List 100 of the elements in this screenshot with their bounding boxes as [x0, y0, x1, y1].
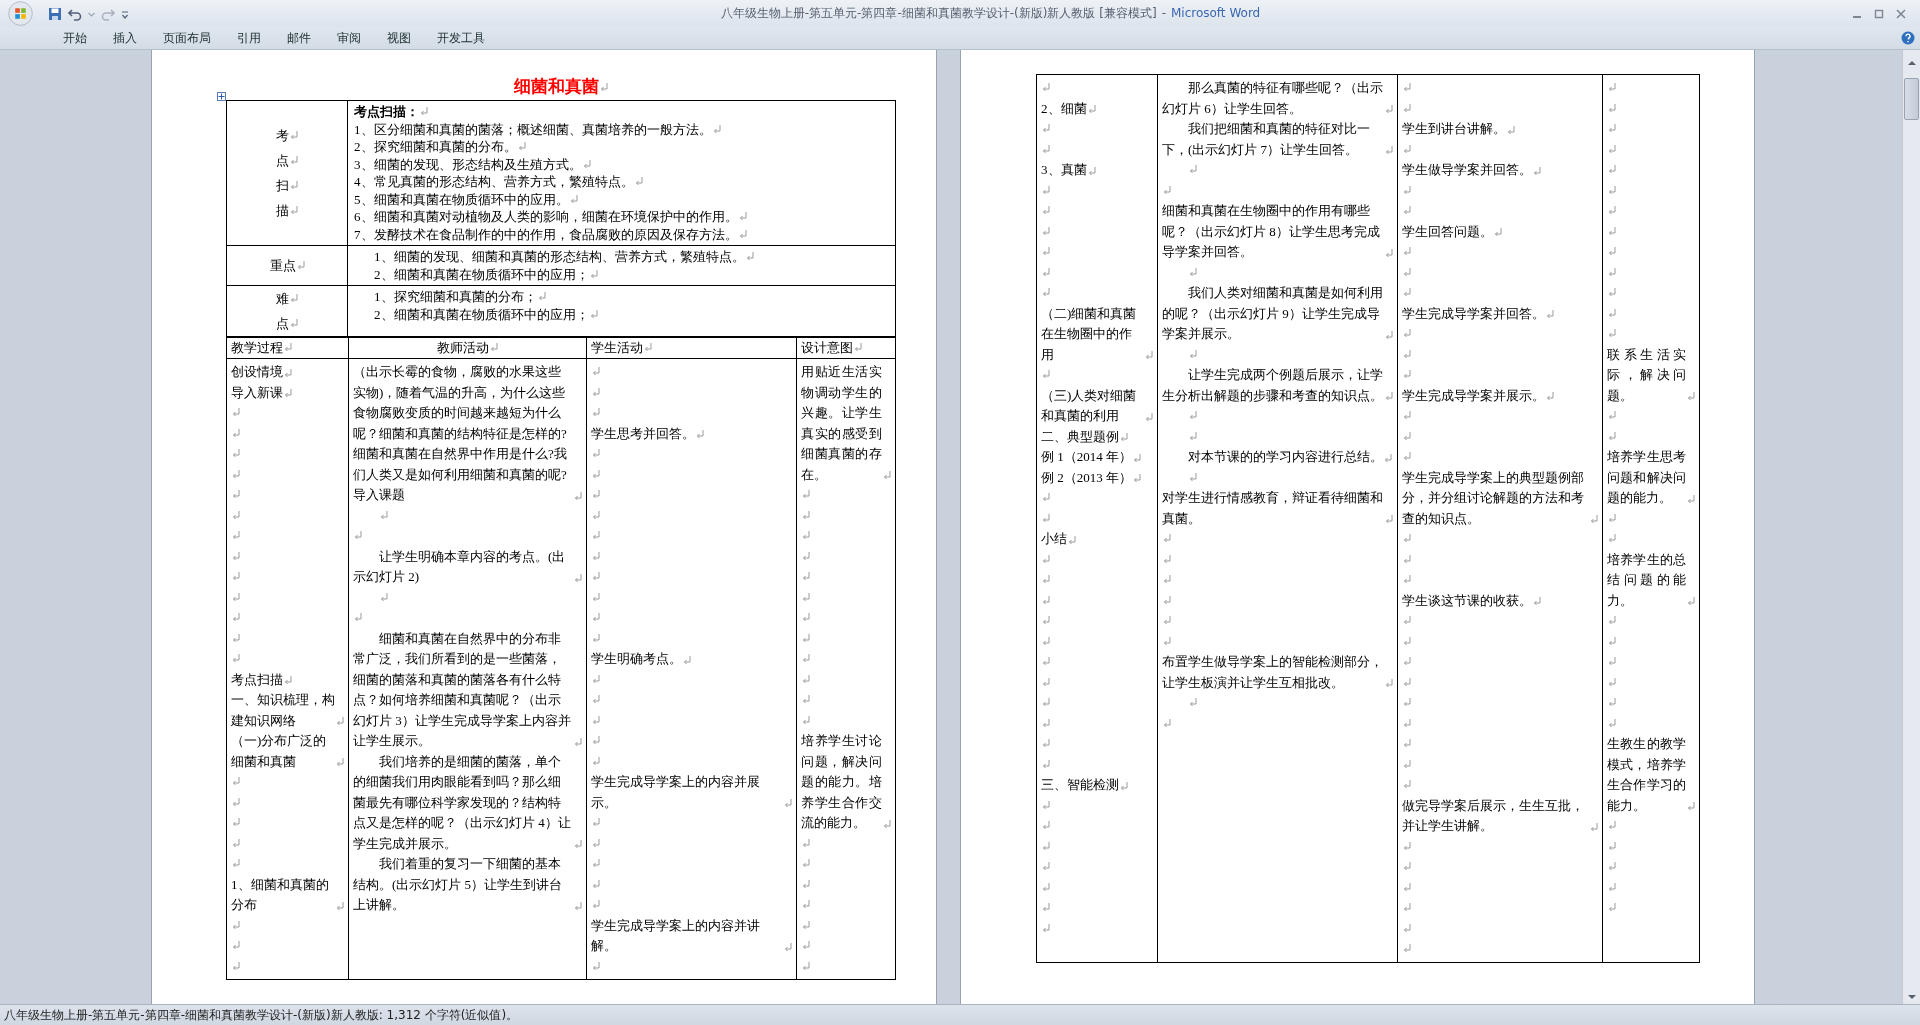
- ribbon-tab[interactable]: 审阅: [324, 27, 374, 49]
- paragraph-mark-icon: [1042, 923, 1050, 933]
- paragraph-mark-icon: [1163, 185, 1171, 195]
- paragraph-mark-icon: [1403, 575, 1411, 584]
- ribbon-tab[interactable]: 页面布局: [150, 27, 224, 49]
- teacher-text: 对本节课的的学习内容进行总结。: [1187, 448, 1383, 466]
- ribbon-tab[interactable]: 插入: [100, 27, 150, 49]
- paragraph-mark-icon: [1385, 105, 1393, 114]
- paragraph-mark-icon: [592, 510, 600, 520]
- student-text: 学生完成导学案上的内容并讲解。: [591, 916, 761, 955]
- teacher-text: 对学生进行情感教育，辩证看待细菌和真菌。: [1162, 489, 1384, 528]
- paragraph-mark-icon: [1533, 597, 1541, 606]
- close-icon[interactable]: [1896, 8, 1906, 19]
- paragraph-mark-icon: [1163, 554, 1171, 564]
- move-handle-icon[interactable]: [217, 92, 226, 101]
- paragraph-mark-icon: [1403, 349, 1411, 359]
- design-text: 生教生的教学模式，培养学生合作学习的能力。: [1607, 735, 1686, 815]
- paragraph-mark-icon: [592, 572, 600, 581]
- process-text: 二、典型题例: [1041, 427, 1119, 446]
- paragraph-mark-icon: [1042, 595, 1050, 605]
- undo-icon[interactable]: [68, 6, 82, 21]
- paragraph-mark-icon: [1608, 206, 1616, 215]
- paragraph-mark-icon: [232, 961, 240, 971]
- paragraph-mark-icon: [232, 859, 240, 868]
- paragraph-mark-icon: [380, 592, 388, 602]
- paragraph-mark-icon: [1163, 575, 1171, 584]
- paragraph-mark-icon: [336, 717, 344, 726]
- list-item: 2、细菌和真菌在物质循环中的应用；: [374, 306, 589, 322]
- save-icon[interactable]: [48, 6, 62, 21]
- process-text: 例 1（2014 年）: [1041, 448, 1132, 466]
- paragraph-mark-icon: [802, 633, 810, 643]
- paragraph-mark-icon: [592, 469, 600, 479]
- paragraph-mark-icon: [232, 654, 240, 663]
- paragraph-mark-icon: [1403, 206, 1411, 215]
- paragraph-mark-icon: [354, 531, 362, 540]
- paragraph-mark-icon: [1403, 83, 1411, 92]
- redo-icon[interactable]: [101, 6, 115, 21]
- maximize-icon[interactable]: [1874, 8, 1884, 19]
- paragraph-mark-icon: [1042, 144, 1050, 154]
- help-icon[interactable]: [1901, 31, 1915, 45]
- paragraph-mark-icon: [537, 292, 546, 301]
- paragraph-mark-icon: [232, 941, 240, 950]
- paragraph-mark-icon: [802, 510, 810, 520]
- list-item: 4、常见真菌的形态结构、营养方式，繁殖特点。: [354, 174, 634, 189]
- teacher-text: 我们人类对细菌和真菌是如何利用的呢？（出示幻灯片 9）让学生完成导学案并展示。: [1162, 284, 1384, 343]
- paragraph-mark-icon: [1042, 800, 1050, 810]
- paragraph-mark-icon: [802, 572, 810, 581]
- paragraph-mark-icon: [1403, 431, 1411, 441]
- paragraph-mark-icon: [1608, 903, 1616, 912]
- design-text: 培养学生的总结问题的能力。: [1607, 550, 1686, 610]
- ribbon-tab[interactable]: 邮件: [274, 27, 324, 49]
- paragraph-mark-icon: [574, 901, 582, 911]
- paragraph-mark-icon: [284, 368, 292, 378]
- ribbon-tab[interactable]: 开始: [50, 27, 100, 49]
- paragraph-mark-icon: [232, 633, 240, 643]
- paragraph-mark-icon: [592, 818, 600, 827]
- office-button[interactable]: [8, 1, 33, 26]
- paragraph-mark-icon: [883, 819, 891, 829]
- paragraph-mark-icon: [1042, 513, 1050, 523]
- paragraph-mark-icon: [232, 428, 240, 438]
- paragraph-mark-icon: [1042, 636, 1050, 646]
- paragraph-mark-icon: [802, 715, 810, 725]
- paragraph-mark-icon: [517, 142, 526, 151]
- paragraph-mark-icon: [696, 430, 704, 439]
- paragraph-mark-icon: [1042, 185, 1050, 195]
- paragraph-mark-icon: [284, 343, 292, 352]
- row-label: 考: [276, 128, 289, 143]
- paragraph-mark-icon: [1120, 781, 1128, 791]
- paragraph-mark-icon: [1608, 411, 1616, 420]
- ribbon-tab[interactable]: 视图: [374, 27, 424, 49]
- teacher-text: 布置学生做导学案上的智能检测部分，让学生板演并让学生互相批改。: [1162, 653, 1384, 692]
- paragraph-mark-icon: [802, 654, 810, 663]
- paragraph-mark-icon: [232, 490, 240, 499]
- design-text: 联系生活实际，解决问题。: [1607, 345, 1686, 405]
- paragraph-mark-icon: [1189, 165, 1197, 174]
- paragraph-mark-icon: [1403, 370, 1411, 379]
- paragraph-mark-icon: [802, 490, 810, 499]
- paragraph-mark-icon: [290, 319, 298, 328]
- process-text: （二)细菌和真菌在生物圈中的作用: [1041, 304, 1138, 364]
- paragraph-mark-icon: [1042, 698, 1050, 707]
- status-text: 八年级生物上册-第五单元-第四章-细菌和真菌教学设计-(新版)新人教版: 1,312 个字符(近似值)。: [4, 1006, 519, 1024]
- paragraph-mark-icon: [1385, 146, 1393, 155]
- column-header: 设计意图: [796, 337, 896, 359]
- paragraph-mark-icon: [380, 510, 388, 520]
- row-label: 难: [276, 291, 289, 306]
- scroll-thumb[interactable]: [1904, 78, 1919, 120]
- paragraph-mark-icon: [592, 879, 600, 889]
- paragraph-mark-icon: [1403, 944, 1411, 953]
- paragraph-mark-icon: [589, 309, 598, 319]
- student-text: 学生到讲台讲解。: [1402, 120, 1506, 138]
- student-text: 学生完成导学案上的典型题例部分，并分组讨论解题的方法和考查的知识点。: [1402, 468, 1585, 528]
- ribbon-tab[interactable]: 引用: [224, 27, 274, 49]
- list-item: 7、发酵技术在食品制作的中的作用，食品腐败的原因及保存方法。: [354, 226, 738, 242]
- column-header: 教学过程: [226, 337, 349, 359]
- scrollbar[interactable]: [1902, 50, 1920, 1004]
- paragraph-mark-icon: [1590, 515, 1598, 524]
- paragraph-mark-icon: [1403, 616, 1411, 625]
- paragraph-mark-icon: [232, 551, 240, 561]
- ribbon-tab[interactable]: 开发工具: [424, 27, 498, 49]
- paragraph-mark-icon: [1403, 739, 1411, 748]
